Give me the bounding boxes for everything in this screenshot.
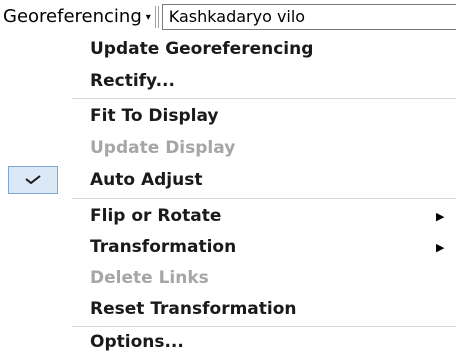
menu-item-delete-links: Delete Links <box>0 262 456 294</box>
menu-item-transformation[interactable]: Transformation ▶ <box>0 231 456 263</box>
georeferencing-menu-label: Georeferencing <box>3 6 142 27</box>
menu-item-label: Transformation <box>90 237 237 257</box>
georeferencing-menu-button[interactable]: Georeferencing ▾ <box>0 0 153 33</box>
chevron-down-icon: ▾ <box>145 12 151 23</box>
menu-item-fit-to-display[interactable]: Fit To Display <box>0 100 456 132</box>
menu-item-options[interactable]: Options... <box>0 326 456 356</box>
menu-item-label: Update Display <box>90 138 236 158</box>
check-icon <box>25 175 41 185</box>
menu-item-update-georeferencing[interactable]: Update Georeferencing <box>0 33 456 65</box>
georeferencing-dropdown-menu: Update Georeferencing Rectify... Fit To … <box>0 33 456 356</box>
submenu-arrow-icon: ▶ <box>436 209 445 223</box>
georeferencing-toolbar: Georeferencing ▾ Kashkadaryo vilo <box>0 0 456 33</box>
menu-item-label: Options... <box>90 332 184 352</box>
menu-item-label: Delete Links <box>90 268 209 288</box>
menu-separator <box>72 98 456 99</box>
toolbar-grip-handle[interactable] <box>154 5 159 28</box>
menu-separator <box>72 198 456 199</box>
menu-item-label: Auto Adjust <box>90 170 203 190</box>
menu-item-label: Update Georeferencing <box>90 39 314 59</box>
menu-item-flip-or-rotate[interactable]: Flip or Rotate ▶ <box>0 200 456 232</box>
menu-item-reset-transformation[interactable]: Reset Transformation <box>0 293 456 325</box>
layer-dropdown[interactable]: Kashkadaryo vilo <box>161 3 456 30</box>
menu-item-update-display: Update Display <box>0 132 456 164</box>
menu-item-label: Rectify... <box>90 71 175 91</box>
screen: Georeferencing ▾ Kashkadaryo vilo Update… <box>0 0 456 356</box>
layer-dropdown-value: Kashkadaryo vilo <box>168 7 306 26</box>
menu-item-label: Reset Transformation <box>90 299 297 319</box>
submenu-arrow-icon: ▶ <box>436 240 445 254</box>
menu-item-label: Flip or Rotate <box>90 206 222 226</box>
checked-indicator <box>8 166 58 194</box>
menu-item-label: Fit To Display <box>90 106 219 126</box>
menu-item-rectify[interactable]: Rectify... <box>0 65 456 97</box>
menu-item-auto-adjust[interactable]: Auto Adjust <box>0 164 456 196</box>
